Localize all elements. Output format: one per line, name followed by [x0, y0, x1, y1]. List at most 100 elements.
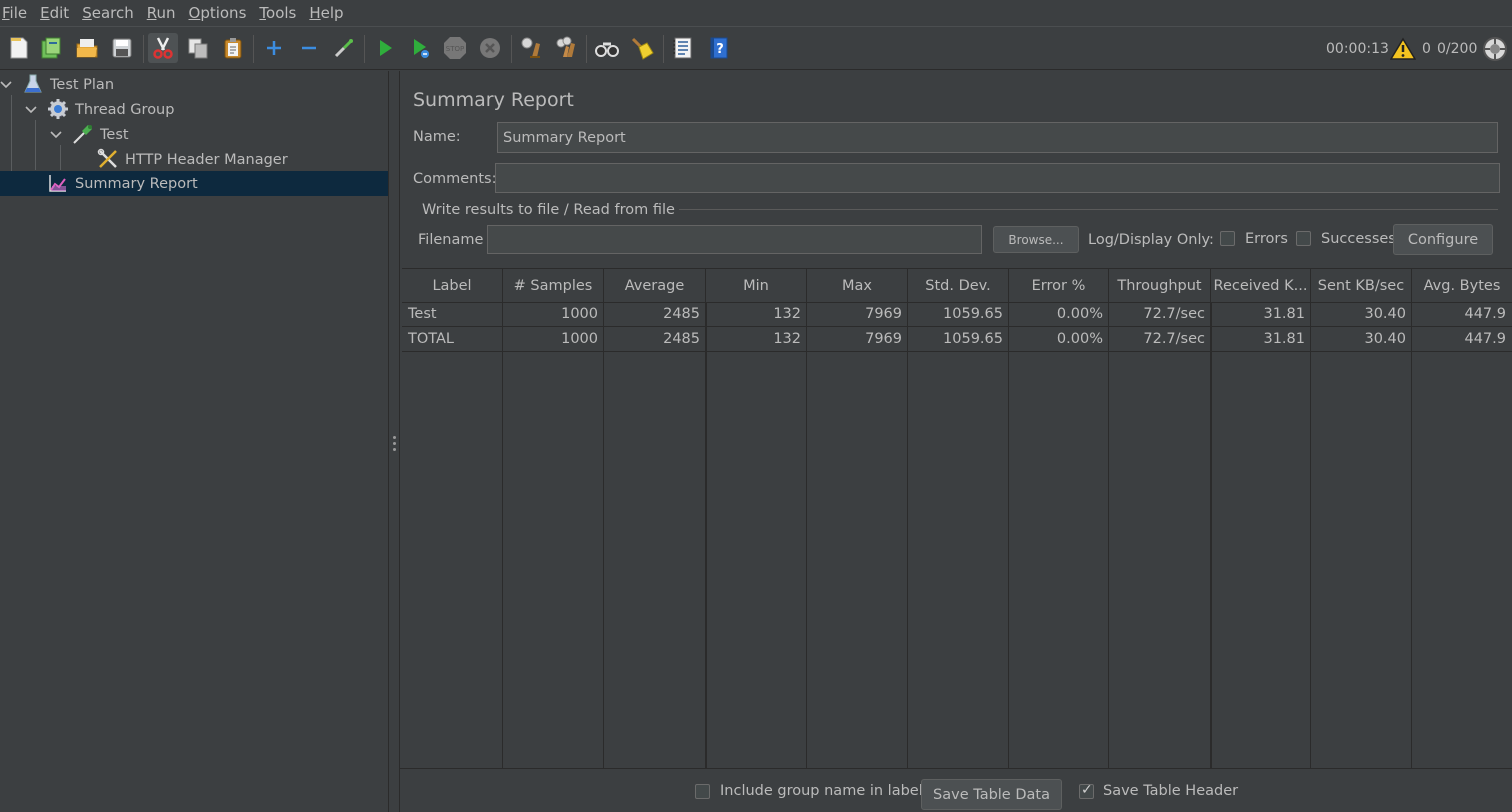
chevron-down-icon[interactable] — [0, 79, 12, 91]
column-divider — [705, 302, 707, 769]
table-cell: 30.40 — [1364, 331, 1406, 347]
toolbar-separator — [663, 35, 664, 63]
expand-all-button[interactable] — [259, 33, 289, 63]
clear-button[interactable] — [516, 33, 546, 63]
column-header-min[interactable]: Min — [706, 269, 807, 302]
start-no-pause-icon — [414, 39, 429, 58]
toolbar-separator — [364, 35, 365, 63]
shutdown-button[interactable] — [475, 33, 505, 63]
column-header-label[interactable]: Label — [402, 269, 503, 302]
page-title: Summary Report — [413, 89, 574, 111]
summary-table: Label # Samples Average Min Max Std. Dev… — [402, 268, 1512, 769]
column-header-throughput[interactable]: Throughput — [1109, 269, 1211, 302]
column-header-samples[interactable]: # Samples — [503, 269, 604, 302]
comments-input[interactable] — [495, 163, 1500, 193]
include-group-name-label: Include group name in label? — [720, 783, 931, 799]
table-cell: 132 — [773, 331, 801, 347]
table-cell: 7969 — [865, 331, 902, 347]
tree-node-label: Thread Group — [75, 101, 175, 118]
menu-edit[interactable]: Edit — [34, 0, 76, 26]
table-cell: 31.81 — [1263, 331, 1305, 347]
toggle-button[interactable] — [329, 33, 359, 63]
menu-options[interactable]: Options — [183, 0, 254, 26]
table-cell: 132 — [773, 306, 801, 322]
save-table-header-checkbox[interactable] — [1079, 782, 1094, 799]
filename-input[interactable] — [487, 225, 982, 254]
column-header-std-dev[interactable]: Std. Dev. — [908, 269, 1009, 302]
reset-search-button[interactable] — [627, 33, 657, 63]
column-header-received-kb[interactable]: Received K... — [1211, 269, 1311, 302]
tree-node-thread-group[interactable]: Thread Group — [0, 97, 388, 122]
menu-tools[interactable]: Tools — [253, 0, 303, 26]
successes-checkbox[interactable] — [1296, 231, 1311, 246]
menu-file[interactable]: File — [0, 0, 34, 26]
include-group-name-checkbox[interactable] — [695, 784, 710, 799]
chart-icon — [49, 175, 66, 192]
filename-label: Filename — [418, 232, 484, 248]
splitter-grip-icon — [393, 436, 396, 454]
table-cell: 1000 — [561, 331, 598, 347]
menu-run[interactable]: Run — [141, 0, 183, 26]
column-header-sent-kb[interactable]: Sent KB/sec — [1311, 269, 1412, 302]
menu-search[interactable]: Search — [76, 0, 141, 26]
name-input[interactable] — [497, 122, 1498, 153]
tree-node-test-plan[interactable]: Test Plan — [0, 72, 388, 97]
help-button[interactable]: ? — [704, 33, 734, 63]
svg-text:STOP: STOP — [446, 45, 464, 53]
column-header-average[interactable]: Average — [604, 269, 706, 302]
table-cell: 447.9 — [1464, 306, 1506, 322]
table-cell: 1000 — [561, 306, 598, 322]
templates-button[interactable] — [36, 33, 66, 63]
tree-node-summary-report[interactable]: Summary Report — [0, 171, 388, 196]
collapse-all-button[interactable] — [294, 33, 324, 63]
copy-button[interactable] — [183, 33, 213, 63]
errors-checkbox[interactable] — [1220, 231, 1235, 246]
configure-button[interactable]: Configure — [1393, 224, 1493, 255]
expand-icon — [267, 41, 281, 55]
summary-report-panel: Summary Report Name: Comments: Write res… — [400, 71, 1512, 812]
panel-splitter[interactable] — [388, 71, 400, 812]
pipette-icon — [73, 125, 92, 144]
browse-button[interactable]: Browse... — [993, 226, 1079, 253]
toolbar-separator — [586, 35, 587, 63]
clear-all-button[interactable] — [551, 33, 581, 63]
active-threads: 0/200 — [1437, 41, 1478, 57]
menu-help[interactable]: Help — [303, 0, 350, 26]
column-header-avg-bytes[interactable]: Avg. Bytes — [1412, 269, 1512, 302]
start-icon — [380, 40, 392, 56]
table-cell: 0.00% — [1056, 331, 1103, 347]
gear-icon — [48, 99, 68, 119]
save-table-data-button[interactable]: Save Table Data — [921, 779, 1062, 810]
cut-button[interactable] — [148, 33, 178, 63]
search-button[interactable] — [592, 33, 622, 63]
open-button[interactable] — [72, 33, 102, 63]
paste-button[interactable] — [218, 33, 248, 63]
tree-node-label: Test — [100, 126, 129, 143]
start-no-pauses-button[interactable] — [405, 33, 435, 63]
table-row[interactable]: Test 1000 2485 132 7969 1059.65 0.00% 72… — [402, 302, 1512, 327]
stop-icon: STOP — [444, 37, 466, 59]
tree-node-test[interactable]: Test — [0, 122, 388, 147]
function-helper-button[interactable] — [668, 33, 698, 63]
tree-node-label: HTTP Header Manager — [125, 151, 288, 168]
new-button[interactable] — [4, 33, 34, 63]
collapse-icon — [302, 46, 316, 50]
column-divider — [1411, 302, 1412, 769]
table-row[interactable]: TOTAL 1000 2485 132 7969 1059.65 0.00% 7… — [402, 327, 1512, 352]
save-button[interactable] — [107, 33, 137, 63]
search-icon — [595, 42, 619, 57]
column-divider — [502, 302, 503, 769]
tree-node-http-header-manager[interactable]: HTTP Header Manager — [0, 147, 388, 172]
chevron-down-icon[interactable] — [25, 104, 37, 116]
warning-count: 0 — [1422, 41, 1431, 57]
svg-text:?: ? — [716, 42, 724, 57]
warning-icon[interactable] — [1390, 37, 1416, 61]
column-header-error-percent[interactable]: Error % — [1009, 269, 1109, 302]
stop-button[interactable]: STOP — [440, 33, 470, 63]
table-cell: TOTAL — [408, 331, 454, 347]
column-divider — [1210, 302, 1212, 769]
chevron-down-icon[interactable] — [50, 129, 62, 141]
start-button[interactable] — [370, 33, 400, 63]
column-header-max[interactable]: Max — [807, 269, 908, 302]
table-cell: 1059.65 — [943, 331, 1003, 347]
